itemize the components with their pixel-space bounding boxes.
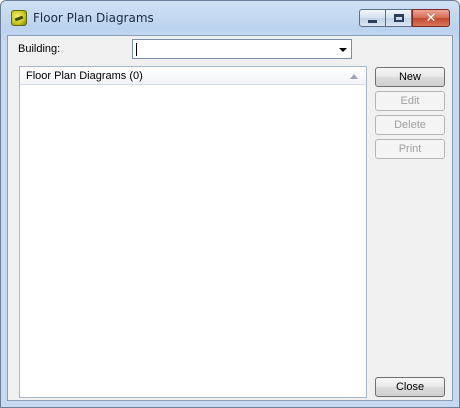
- maximize-icon: [393, 14, 404, 22]
- chevron-down-icon[interactable]: [339, 48, 347, 52]
- maximize-button[interactable]: [386, 9, 412, 27]
- window-close-button[interactable]: ✕: [412, 9, 450, 27]
- new-button[interactable]: New: [375, 67, 445, 87]
- app-icon: [11, 10, 27, 26]
- sort-ascending-icon: [350, 74, 358, 79]
- title-bar[interactable]: Floor Plan Diagrams ✕: [1, 1, 459, 35]
- floor-plan-list[interactable]: Floor Plan Diagrams (0): [19, 66, 367, 398]
- close-button[interactable]: Close: [375, 377, 445, 397]
- list-header-label: Floor Plan Diagrams (0): [26, 70, 143, 82]
- minimize-button[interactable]: [359, 9, 386, 27]
- text-cursor: [136, 43, 137, 56]
- minimize-icon: [368, 19, 377, 23]
- building-label: Building:: [18, 43, 61, 55]
- edit-button[interactable]: Edit: [375, 91, 445, 111]
- floor-plan-diagrams-window: Floor Plan Diagrams ✕ Building: Floor Pl…: [0, 0, 460, 408]
- window-title: Floor Plan Diagrams: [33, 11, 154, 25]
- list-column-header[interactable]: Floor Plan Diagrams (0): [20, 67, 366, 85]
- delete-button[interactable]: Delete: [375, 115, 445, 135]
- print-button[interactable]: Print: [375, 139, 445, 159]
- dialog-client-area: Building: Floor Plan Diagrams (0) New Ed…: [7, 35, 453, 401]
- close-icon: ✕: [425, 10, 437, 26]
- building-dropdown[interactable]: [132, 39, 352, 59]
